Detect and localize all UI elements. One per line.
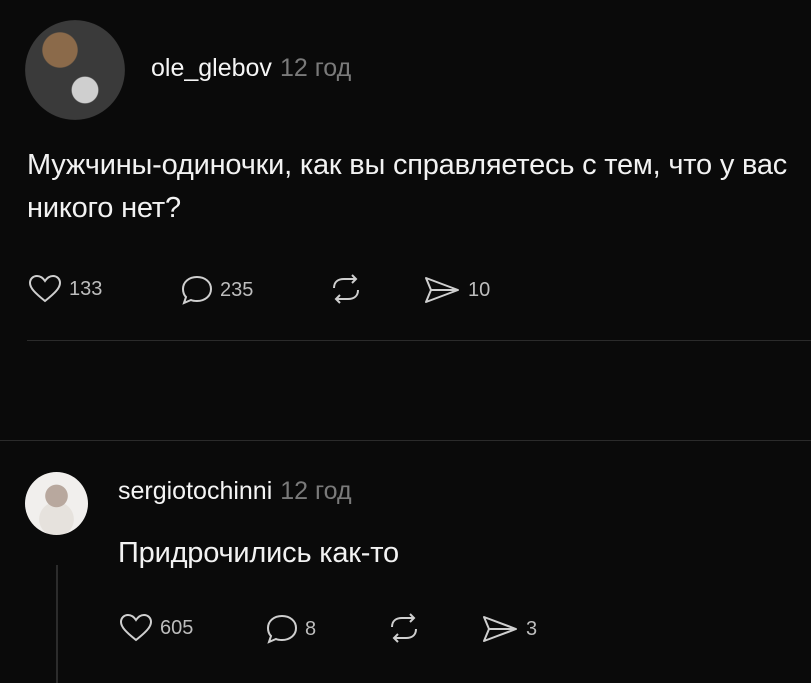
- avatar[interactable]: [25, 20, 125, 120]
- comment-icon: [181, 275, 213, 305]
- share-button[interactable]: 10: [422, 274, 490, 306]
- repost-icon: [391, 613, 417, 643]
- timestamp: 12 год: [279, 54, 352, 82]
- repost-icon: [333, 274, 359, 304]
- reply-username[interactable]: sergiotochinni: [118, 477, 272, 505]
- reply-repost-button[interactable]: [384, 613, 424, 643]
- reply-share-count: 3: [526, 617, 538, 640]
- reply-comment-count: 8: [305, 617, 317, 640]
- comment-count: 235: [220, 278, 254, 301]
- reply-like-count: 605: [160, 616, 194, 639]
- send-icon: [483, 616, 517, 642]
- divider: [0, 440, 811, 441]
- like-count: 133: [69, 277, 103, 300]
- comment-icon: [266, 614, 298, 644]
- heart-icon: [119, 613, 153, 642]
- username[interactable]: ole_glebov: [151, 54, 272, 82]
- post-header: ole_glebov 12 год: [151, 54, 351, 83]
- post-text: Мужчины-одиночки, как вы справляетесь с …: [27, 149, 788, 224]
- reply-comment-button[interactable]: 8: [265, 613, 316, 645]
- reply-avatar[interactable]: [25, 472, 88, 535]
- reply-header: sergiotochinni 12 год: [118, 477, 352, 506]
- reply-text: Придрочились как-то: [118, 537, 399, 569]
- repost-button[interactable]: [326, 274, 366, 304]
- reply-share-button[interactable]: 3: [480, 613, 537, 645]
- comment-button[interactable]: 235: [180, 274, 253, 306]
- divider: [27, 340, 811, 341]
- like-button[interactable]: 133: [27, 274, 102, 304]
- reply-timestamp: 12 год: [280, 477, 352, 505]
- heart-icon: [28, 274, 62, 303]
- send-icon: [425, 277, 459, 303]
- reply-like-button[interactable]: 605: [118, 613, 193, 643]
- thread-line: [56, 565, 58, 683]
- share-count: 10: [468, 278, 491, 301]
